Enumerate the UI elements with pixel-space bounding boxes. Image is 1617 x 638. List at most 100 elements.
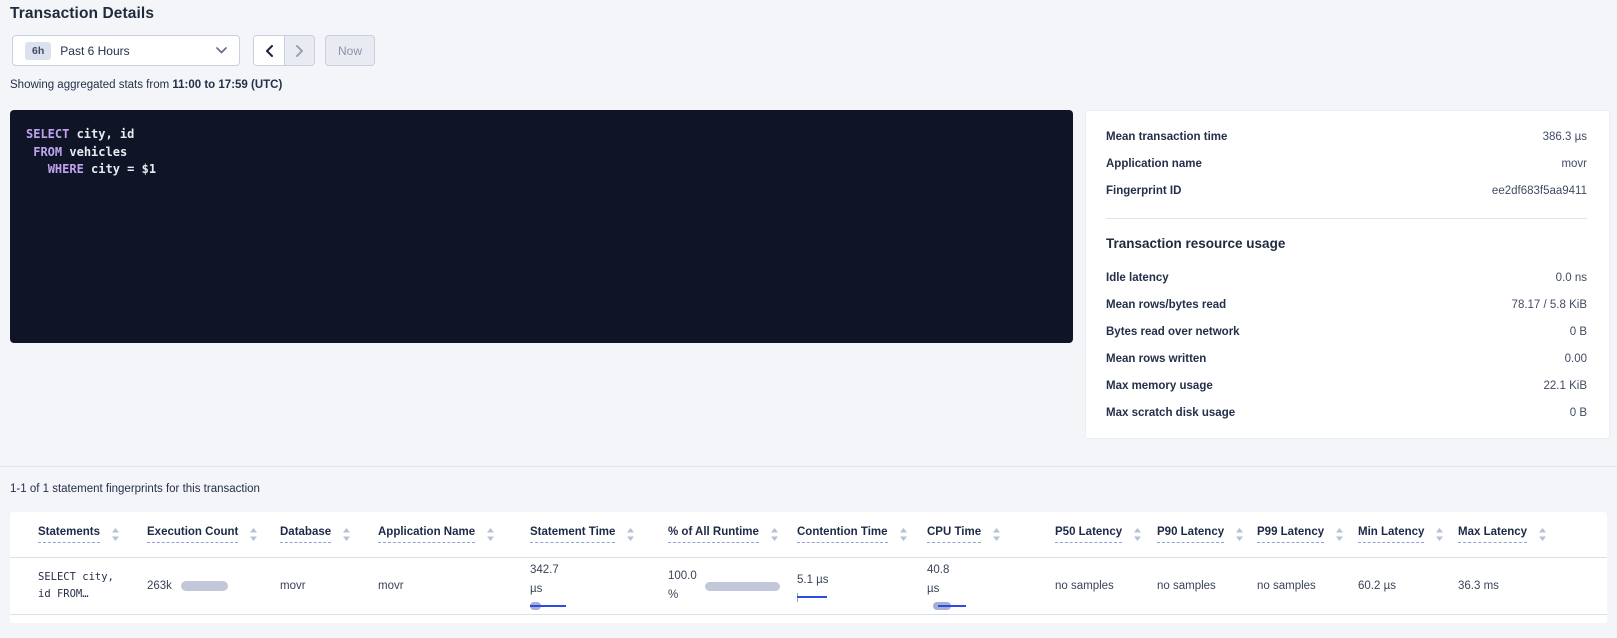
summary-label: Mean rows/bytes read xyxy=(1106,299,1226,311)
aggregated-stats-note: Showing aggregated stats from 11:00 to 1… xyxy=(10,79,282,91)
column-header-statements: Statements xyxy=(38,526,147,543)
column-header-database: Database xyxy=(280,526,378,543)
summary-label: Idle latency xyxy=(1106,272,1169,284)
table-header-row: Statements Execution Count Database Applica… xyxy=(10,512,1607,558)
cell-value: 5.1 µs xyxy=(797,571,927,590)
sort-icon[interactable] xyxy=(250,528,257,541)
now-button[interactable]: Now xyxy=(325,35,375,66)
summary-row: Max scratch disk usage0 B xyxy=(1106,399,1587,426)
sort-icon[interactable] xyxy=(1134,528,1141,541)
mini-barchart xyxy=(530,602,570,611)
summary-value: 78.17 / 5.8 KiB xyxy=(1512,299,1587,311)
column-header-label[interactable]: % of All Runtime xyxy=(668,526,759,543)
summary-value: 0.0 ns xyxy=(1556,272,1587,284)
sort-icon[interactable] xyxy=(487,528,494,541)
next-time-button[interactable] xyxy=(284,36,314,65)
summary-value: 0 B xyxy=(1570,326,1587,338)
chevron-right-icon xyxy=(296,45,304,57)
column-header-label[interactable]: Statement Time xyxy=(530,526,615,543)
cell-unit: µs xyxy=(530,580,668,599)
summary-label: Max scratch disk usage xyxy=(1106,407,1235,419)
column-header-label[interactable]: P99 Latency xyxy=(1257,526,1324,543)
cell-value: 342.7 xyxy=(530,561,668,580)
column-header-label[interactable]: P90 Latency xyxy=(1157,526,1224,543)
mini-barchart xyxy=(927,602,969,611)
column-header-label[interactable]: Database xyxy=(280,526,331,543)
summary-value: 0.00 xyxy=(1565,353,1587,365)
column-header--of-all-runtime: % of All Runtime xyxy=(668,526,797,543)
column-header-label[interactable]: P50 Latency xyxy=(1055,526,1122,543)
page-title: Transaction Details xyxy=(10,5,154,23)
p50-latency-cell: no samples xyxy=(1055,580,1157,592)
time-range-label: Past 6 Hours xyxy=(60,44,216,58)
time-picker: 6h Past 6 Hours Now xyxy=(12,35,375,66)
column-header-label[interactable]: Execution Count xyxy=(147,526,238,543)
summary-label: Fingerprint ID xyxy=(1106,185,1181,197)
statement-text[interactable]: SELECT city, id FROM… xyxy=(38,569,147,603)
cell-value: 263k xyxy=(147,580,172,592)
summary-label: Mean transaction time xyxy=(1106,131,1227,143)
gray-bar xyxy=(705,582,780,591)
column-header-label[interactable]: Contention Time xyxy=(797,526,888,543)
chevron-left-icon xyxy=(265,45,273,57)
p90-latency-cell: no samples xyxy=(1157,580,1257,592)
summary-row: Mean rows written0.00 xyxy=(1106,345,1587,372)
statements-table: Statements Execution Count Database Applica… xyxy=(10,512,1607,623)
summary-row: Mean transaction time 386.3 µs xyxy=(1106,123,1587,150)
summary-label: Application name xyxy=(1106,158,1202,170)
sort-icon[interactable] xyxy=(771,528,778,541)
summary-label: Bytes read over network xyxy=(1106,326,1240,338)
sort-icon[interactable] xyxy=(900,528,907,541)
min-latency-cell: 60.2 µs xyxy=(1358,580,1458,592)
cell-value: 100.0 xyxy=(668,567,697,586)
cell-value-block: 100.0% xyxy=(668,567,697,605)
resource-usage-rows: Idle latency 0.0 ns Mean rows/bytes read 78… xyxy=(1106,264,1587,426)
summary-divider xyxy=(1106,218,1587,219)
sort-icon[interactable] xyxy=(627,528,634,541)
time-range-dropdown[interactable]: 6h Past 6 Hours xyxy=(12,35,240,66)
summary-value: movr xyxy=(1561,158,1587,170)
summary-row: Mean rows/bytes read 78.17 / 5.8 KiB xyxy=(1106,291,1587,318)
cell-value: 40.8 xyxy=(927,561,1055,580)
summary-label: Max memory usage xyxy=(1106,380,1213,392)
time-range-badge: 6h xyxy=(25,42,51,60)
column-header-max-latency: Max Latency xyxy=(1458,526,1607,543)
column-header-contention-time: Contention Time xyxy=(797,526,927,543)
prev-time-button[interactable] xyxy=(254,36,284,65)
column-header-label[interactable]: Statements xyxy=(38,526,100,543)
cell-unit: µs xyxy=(927,580,1055,599)
sort-icon[interactable] xyxy=(993,528,1000,541)
database-cell: movr xyxy=(280,580,378,592)
max-latency-cell: 36.3 ms xyxy=(1458,580,1607,592)
execution-count-cell: 263k xyxy=(147,580,280,592)
table-row: SELECT city, id FROM…263kmovrmovr342.7µs… xyxy=(10,558,1607,615)
pct-runtime-cell: 100.0% xyxy=(668,567,797,605)
column-header-label[interactable]: Application Name xyxy=(378,526,475,543)
section-divider xyxy=(0,466,1617,467)
statement-link[interactable]: SELECT city, id FROM… xyxy=(38,569,147,603)
column-header-label[interactable]: CPU Time xyxy=(927,526,981,543)
column-header-label[interactable]: Max Latency xyxy=(1458,526,1527,543)
sort-icon[interactable] xyxy=(1336,528,1343,541)
cell-unit: % xyxy=(668,586,697,605)
sort-icon[interactable] xyxy=(1236,528,1243,541)
mini-bar-line xyxy=(530,605,566,607)
transaction-summary-card: Mean transaction time 386.3 µs Application… xyxy=(1085,110,1610,439)
column-header-label[interactable]: Min Latency xyxy=(1358,526,1424,543)
sql-line: WHERE city = $1 xyxy=(26,161,1057,179)
column-header-p90-latency: P90 Latency xyxy=(1157,526,1257,543)
column-header-application-name: Application Name xyxy=(378,526,530,543)
column-header-cpu-time: CPU Time xyxy=(927,526,1055,543)
summary-row: Idle latency 0.0 ns xyxy=(1106,264,1587,291)
mini-bar-line xyxy=(938,605,966,607)
sort-icon[interactable] xyxy=(343,528,350,541)
fingerprints-caption: 1-1 of 1 statement fingerprints for this… xyxy=(10,483,260,495)
sort-icon[interactable] xyxy=(112,528,119,541)
p99-latency-cell: no samples xyxy=(1257,580,1358,592)
mini-bar-line xyxy=(797,596,827,598)
column-header-p50-latency: P50 Latency xyxy=(1055,526,1157,543)
sort-icon[interactable] xyxy=(1436,528,1443,541)
summary-value: 386.3 µs xyxy=(1543,131,1587,143)
resource-usage-title: Transaction resource usage xyxy=(1106,236,1587,251)
sort-icon[interactable] xyxy=(1539,528,1546,541)
